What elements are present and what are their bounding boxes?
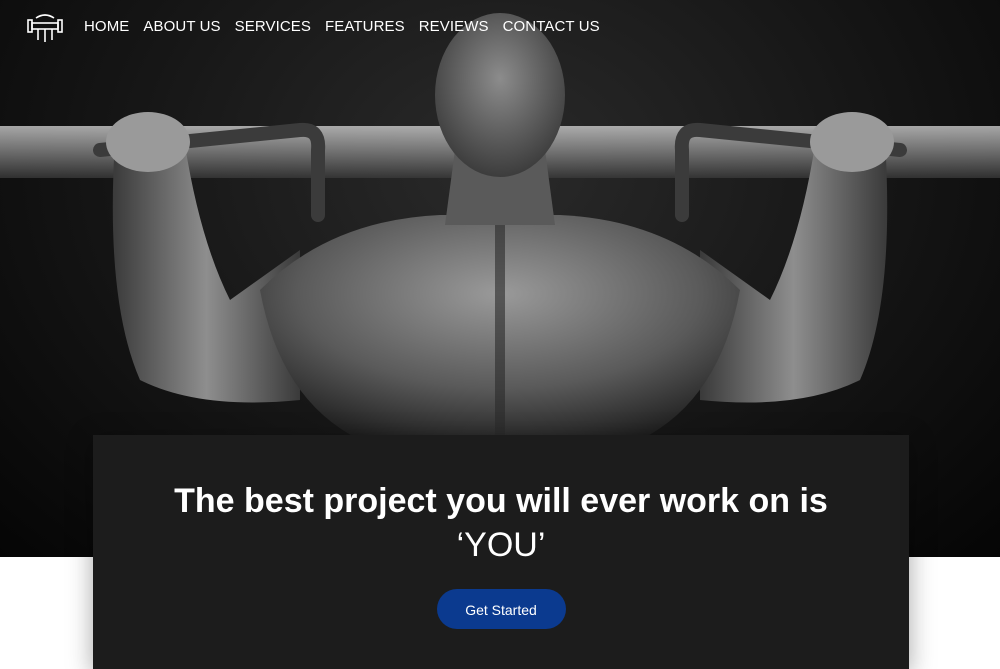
nav-link-about-us[interactable]: ABOUT US (143, 18, 220, 35)
nav-links: HOME ABOUT US SERVICES FEATURES REVIEWS … (84, 18, 614, 35)
top-navigation: HOME ABOUT US SERVICES FEATURES REVIEWS … (0, 0, 1000, 56)
headline-line-2: ‘YOU’ (456, 526, 546, 564)
landing-page: HOME ABOUT US SERVICES FEATURES REVIEWS … (0, 0, 1000, 669)
nav-link-home[interactable]: HOME (84, 18, 129, 35)
nav-link-features[interactable]: FEATURES (325, 18, 405, 35)
hero-card: The best project you will ever work on i… (93, 435, 909, 669)
nav-link-services[interactable]: SERVICES (235, 18, 311, 35)
headline-line-1: The best project you will ever work on i… (174, 482, 828, 520)
get-started-button[interactable]: Get Started (436, 589, 566, 629)
nav-link-reviews[interactable]: REVIEWS (419, 18, 489, 35)
hero-headline: The best project you will ever work on i… (151, 479, 851, 567)
dumbbell-fist-logo-icon[interactable] (26, 10, 64, 44)
nav-link-contact-us[interactable]: CONTACT US (503, 18, 600, 35)
